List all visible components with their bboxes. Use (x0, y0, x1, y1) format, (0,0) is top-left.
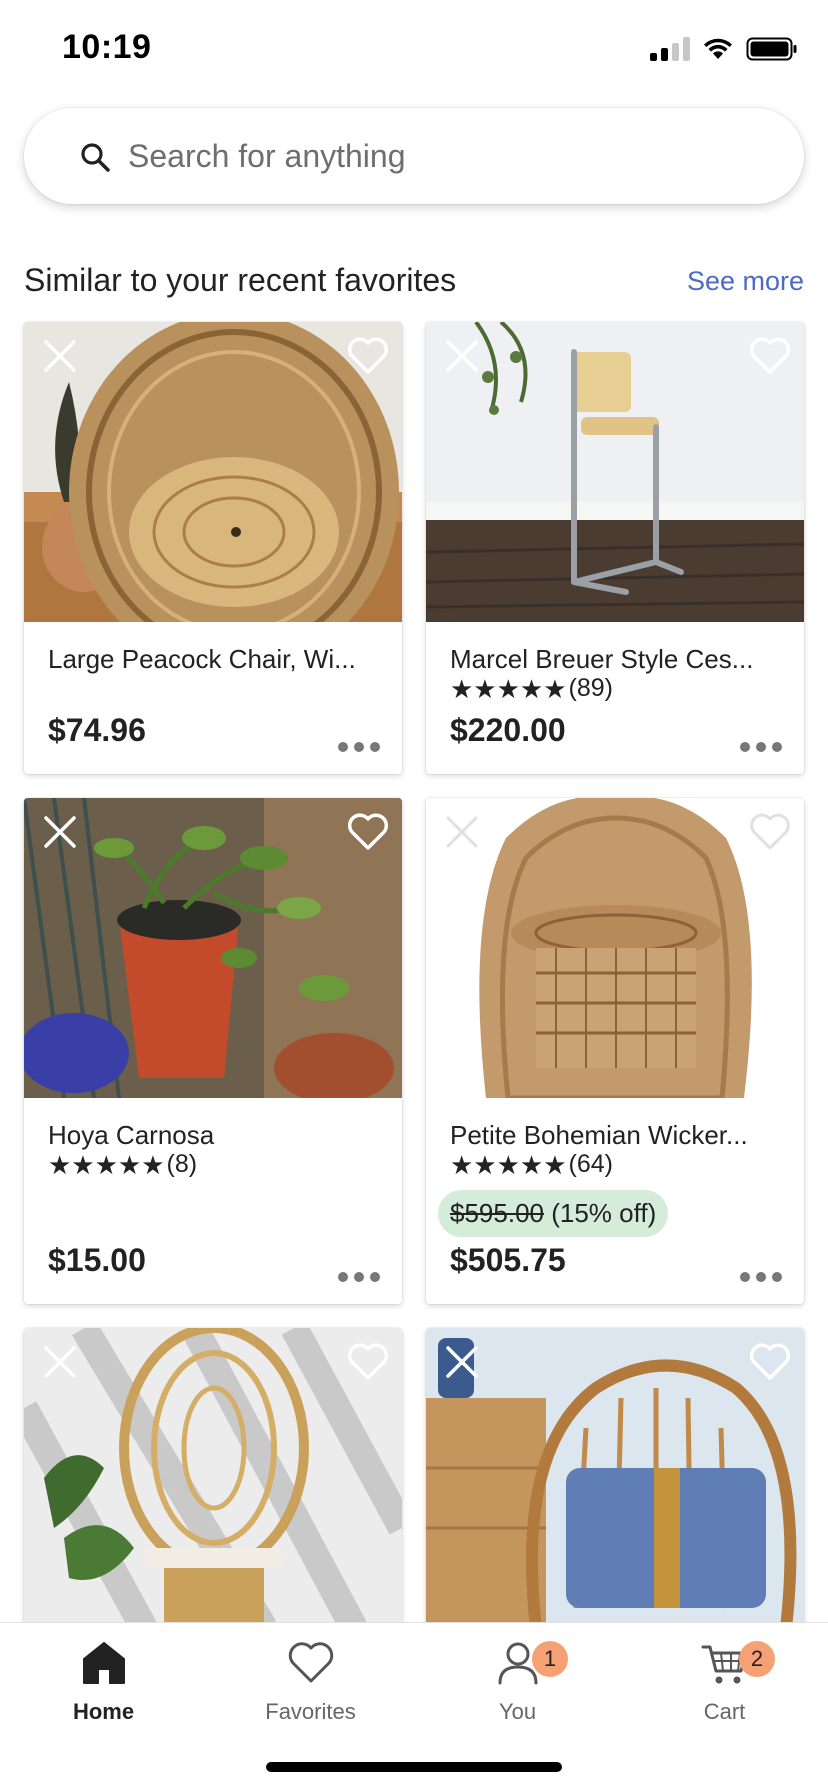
favorite-heart-icon[interactable] (748, 336, 792, 376)
listing-photo[interactable] (426, 322, 804, 622)
listing-price: $505.75 (450, 1242, 566, 1278)
notification-badge: 1 (532, 1641, 568, 1677)
listing-card[interactable]: Marcel Breuer Style Ces... ★★★★★ (89) $2… (426, 322, 804, 774)
dismiss-icon[interactable] (442, 336, 482, 376)
tab-label: You (498, 1699, 537, 1724)
tab-label: Favorites (265, 1699, 356, 1724)
review-count: (8) (166, 1150, 198, 1178)
listing-card[interactable]: Petite Bohemian Wicker... ★★★★★ (64) $59… (426, 798, 804, 1304)
favorite-heart-icon[interactable] (346, 336, 390, 376)
favorite-heart-icon[interactable] (346, 812, 390, 852)
tab-you[interactable]: You 1 (414, 1637, 621, 1747)
notification-badge: 2 (739, 1641, 775, 1677)
tab-label: Cart (703, 1699, 746, 1724)
star-rating-icons: ★★★★★ (48, 1149, 165, 1180)
favorite-heart-icon[interactable] (748, 1342, 792, 1382)
listing-photo[interactable] (426, 798, 804, 1098)
listing-photo[interactable] (24, 322, 402, 622)
listing-title: Marcel Breuer Style Ces... (450, 644, 754, 674)
search-input[interactable] (128, 130, 768, 182)
listing-price: $74.96 (48, 712, 146, 748)
listing-price: $220.00 (450, 712, 566, 748)
favorite-heart-icon[interactable] (346, 1342, 390, 1382)
listing-rating: ★★★★★ (64) (450, 1150, 613, 1179)
dismiss-icon[interactable] (40, 1342, 80, 1382)
star-rating-icons: ★★★★★ (450, 673, 567, 704)
dismiss-icon[interactable] (40, 336, 80, 376)
home-icon (82, 1642, 125, 1684)
listing-card[interactable] (24, 1328, 402, 1648)
review-count: (89) (568, 674, 614, 702)
favorite-heart-icon[interactable] (748, 812, 792, 852)
listing-title: Hoya Carnosa (48, 1120, 215, 1150)
battery-icon (746, 37, 797, 61)
heart-icon (288, 1642, 333, 1683)
more-options-icon[interactable] (740, 1272, 782, 1282)
more-options-icon[interactable] (338, 1272, 380, 1282)
listing-photo[interactable] (24, 1328, 402, 1628)
status-time: 10:19 (62, 28, 152, 66)
section-title: Similar to your recent favorites (24, 262, 457, 298)
status-icons (650, 36, 798, 62)
listing-photo[interactable] (24, 798, 402, 1098)
status-bar: 10:19 (0, 0, 828, 100)
listing-title: Petite Bohemian Wicker... (450, 1120, 748, 1150)
dismiss-icon[interactable] (442, 812, 482, 852)
discount-badge: $595.00 (15% off) (438, 1190, 669, 1237)
tab-cart[interactable]: Cart 2 (621, 1637, 828, 1747)
listing-card[interactable]: Large Peacock Chair, Wi... $74.96 (24, 322, 402, 774)
cellular-signal-icon (650, 37, 690, 61)
tab-label: Home (72, 1699, 135, 1724)
tab-favorites[interactable]: Favorites (207, 1637, 414, 1747)
dismiss-icon[interactable] (40, 812, 80, 852)
original-price: $595.00 (450, 1198, 544, 1228)
listing-title: Large Peacock Chair, Wi... (48, 644, 356, 674)
star-rating-icons: ★★★★★ (450, 1149, 567, 1180)
more-options-icon[interactable] (338, 742, 380, 752)
home-indicator (266, 1762, 562, 1772)
tab-home[interactable]: Home (0, 1637, 207, 1747)
listing-rating: ★★★★★ (8) (48, 1150, 197, 1179)
listing-card[interactable] (426, 1328, 804, 1648)
more-options-icon[interactable] (740, 742, 782, 752)
dismiss-icon[interactable] (442, 1342, 482, 1382)
wifi-icon (704, 38, 732, 59)
see-more-link[interactable]: See more (687, 266, 804, 297)
listing-price: $15.00 (48, 1242, 146, 1278)
search-bar[interactable] (24, 108, 804, 204)
discount-percent: (15% off) (551, 1198, 657, 1228)
listing-photo[interactable] (426, 1328, 804, 1628)
listing-rating: ★★★★★ (89) (450, 674, 613, 703)
search-icon (81, 143, 110, 172)
review-count: (64) (568, 1150, 614, 1178)
listing-card[interactable]: Hoya Carnosa ★★★★★ (8) $15.00 (24, 798, 402, 1304)
